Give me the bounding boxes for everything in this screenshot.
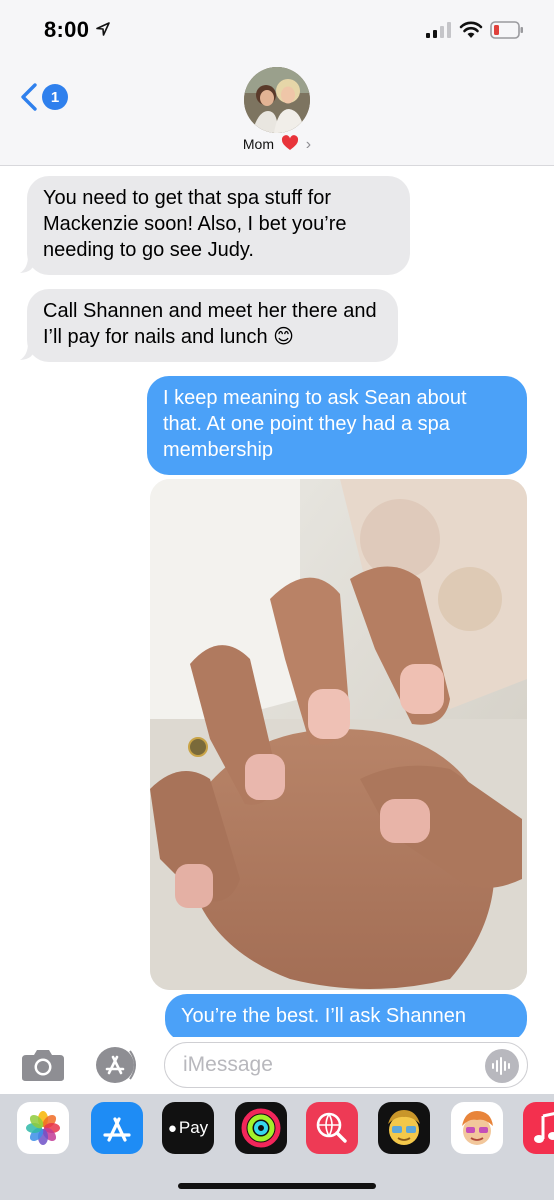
audio-waveform-icon <box>492 1057 510 1075</box>
message-bubble-sent[interactable]: I keep meaning to ask Sean about that. A… <box>147 376 527 475</box>
status-time: 8:00 <box>44 17 90 42</box>
apple-logo-icon: ● <box>167 1119 177 1137</box>
chevron-right-icon: › <box>305 136 312 153</box>
app-store-a-icon <box>103 1117 131 1142</box>
back-button[interactable]: 1 <box>18 82 72 112</box>
memoji-stickers-app-icon[interactable] <box>451 1102 503 1154</box>
message-text: You’re the best. I’ll ask Shannen <box>181 1005 467 1027</box>
apple-pay-app-icon[interactable]: ● Pay <box>162 1102 214 1154</box>
web-images-search-app-icon[interactable] <box>306 1102 358 1154</box>
message-bubble-sent[interactable]: You’re the best. I’ll ask Shannen <box>165 994 527 1042</box>
activity-rings-icon <box>241 1108 281 1148</box>
hand-nails-photo <box>150 479 527 990</box>
message-text: You need to get that spa stuff for Macke… <box>43 187 347 261</box>
music-app-icon[interactable] <box>523 1102 554 1154</box>
cellular-signal-icon <box>426 22 451 38</box>
photos-flower-icon <box>26 1111 60 1145</box>
contact-avatar[interactable] <box>244 67 310 133</box>
message-bubble-received[interactable]: You need to get that spa stuff for Macke… <box>27 176 410 275</box>
imessage-input[interactable] <box>164 1042 528 1088</box>
location-arrow-icon <box>96 22 110 36</box>
unread-count-badge: 1 <box>42 84 68 110</box>
chevron-left-icon <box>21 83 37 111</box>
activity-app-icon[interactable] <box>235 1102 287 1154</box>
contact-name: Mom <box>242 136 274 152</box>
wifi-icon <box>459 21 483 38</box>
audio-message-button[interactable] <box>485 1049 519 1083</box>
memoji-app-icon[interactable] <box>378 1102 430 1154</box>
message-input-bar <box>0 1037 554 1093</box>
message-bubble-received[interactable]: Call Shannen and meet her there and I’ll… <box>27 289 398 362</box>
globe-search-icon <box>316 1112 347 1143</box>
music-note-icon <box>534 1112 554 1143</box>
heart-icon <box>281 135 298 150</box>
home-indicator[interactable] <box>178 1183 376 1189</box>
memoji-face-icon <box>388 1110 420 1145</box>
avatar-photo <box>244 67 310 133</box>
conversation-header: 8:00 1 Mom › <box>0 0 554 166</box>
contact-name-row[interactable]: Mom › <box>0 135 554 154</box>
camera-icon[interactable] <box>20 1047 66 1083</box>
memoji-sticker-face-icon <box>462 1111 493 1145</box>
photos-app-icon[interactable] <box>17 1102 69 1154</box>
app-store-app-icon[interactable] <box>91 1102 143 1154</box>
apple-pay-label: Pay <box>178 1118 209 1137</box>
app-store-icon[interactable] <box>92 1045 140 1085</box>
message-photo[interactable] <box>150 479 527 990</box>
battery-low-icon <box>490 21 523 39</box>
message-text: Call Shannen and meet her there and I’ll… <box>43 300 377 348</box>
message-text: I keep meaning to ask Sean about that. A… <box>163 387 467 461</box>
